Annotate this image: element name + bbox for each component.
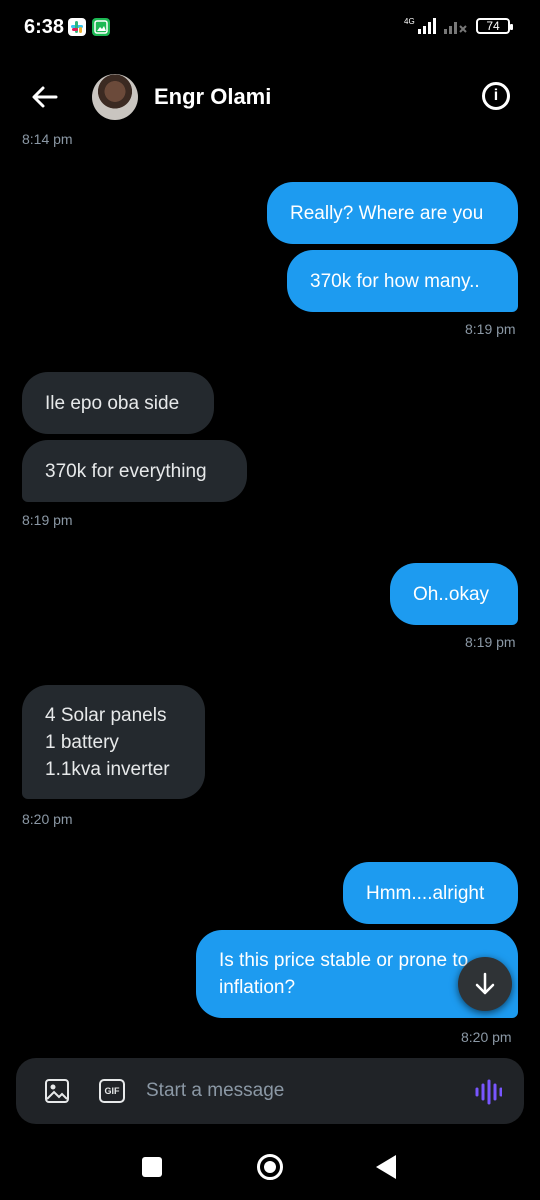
info-icon[interactable]: i bbox=[482, 82, 510, 110]
conversation-header: Engr Olami i bbox=[0, 66, 540, 128]
outgoing-message[interactable]: Oh..okay bbox=[390, 563, 518, 625]
back-arrow-icon[interactable] bbox=[28, 80, 62, 114]
voice-message-icon[interactable] bbox=[474, 1078, 503, 1106]
slack-icon bbox=[68, 18, 86, 36]
outgoing-message[interactable]: Hmm....alright bbox=[343, 862, 518, 924]
timestamp: 8:20 pm bbox=[461, 1029, 512, 1045]
signal-no-service-icon bbox=[444, 22, 467, 34]
svg-text:4G: 4G bbox=[404, 17, 415, 26]
contact-name[interactable]: Engr Olami bbox=[154, 84, 271, 110]
image-icon[interactable] bbox=[44, 1078, 70, 1104]
arrow-down-icon bbox=[475, 972, 495, 995]
incoming-message[interactable]: 370k for everything bbox=[22, 440, 247, 502]
outgoing-message[interactable]: 370k for how many.. bbox=[287, 250, 518, 312]
scroll-to-bottom-button[interactable] bbox=[458, 957, 512, 1011]
home-button[interactable] bbox=[257, 1154, 283, 1180]
timestamp: 8:20 pm bbox=[22, 811, 73, 827]
gallery-app-icon bbox=[92, 18, 110, 36]
home-dot-icon bbox=[264, 1161, 276, 1173]
message-composer: GIF Start a message bbox=[16, 1058, 524, 1124]
timestamp: 8:14 pm bbox=[22, 131, 73, 147]
timestamp: 8:19 pm bbox=[465, 634, 516, 650]
incoming-message[interactable]: Ile epo oba side bbox=[22, 372, 214, 434]
avatar[interactable] bbox=[92, 74, 138, 120]
battery-level: 74 bbox=[486, 19, 500, 33]
timestamp: 8:19 pm bbox=[22, 512, 73, 528]
system-nav-bar bbox=[0, 1135, 540, 1200]
battery-icon: 74 bbox=[476, 18, 513, 34]
status-bar: 6:38 4G 74 bbox=[0, 0, 540, 56]
system-back-button[interactable] bbox=[376, 1155, 396, 1179]
message-input[interactable]: Start a message bbox=[146, 1080, 284, 1102]
recents-button[interactable] bbox=[142, 1157, 162, 1177]
timestamp: 8:19 pm bbox=[465, 321, 516, 337]
outgoing-message[interactable]: Really? Where are you bbox=[267, 182, 518, 244]
signal-icon: 4G bbox=[404, 17, 436, 34]
status-time: 6:38 bbox=[24, 16, 65, 38]
incoming-message[interactable]: 4 Solar panels 1 battery 1.1kva inverter bbox=[22, 685, 205, 799]
gif-icon[interactable]: GIF bbox=[99, 1079, 125, 1103]
